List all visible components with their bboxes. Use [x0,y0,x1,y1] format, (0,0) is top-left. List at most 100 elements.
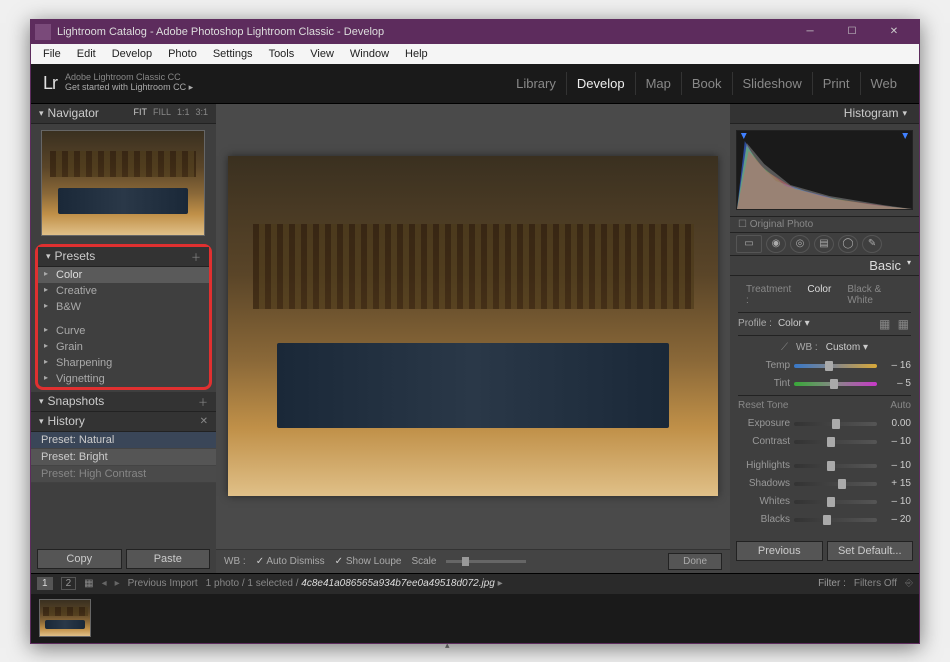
original-photo-toggle[interactable]: Original Photo [730,216,919,232]
copy-button[interactable]: Copy [37,549,122,569]
slider-knob[interactable] [830,379,838,389]
histogram-header[interactable]: Histogram ▾ [730,104,919,124]
wb-dropper-icon[interactable]: ⟋ [781,342,788,353]
slider-track[interactable] [794,364,877,368]
menu-photo[interactable]: Photo [160,46,205,62]
profile-dropdown[interactable]: Color ▾ [778,318,810,329]
grid-icon[interactable]: ▦ [84,578,93,589]
nav-fwd-icon[interactable]: ▸ [115,578,120,589]
slider-track[interactable] [794,500,877,504]
menu-file[interactable]: File [35,46,69,62]
module-library[interactable]: Library [506,72,566,95]
slider-track[interactable] [794,422,877,426]
history-item[interactable]: Preset: Bright [31,449,216,466]
navigator-thumbnail[interactable] [41,130,205,236]
module-map[interactable]: Map [635,72,681,95]
chevron-down-icon: ▾ [39,396,44,407]
navigator-header[interactable]: ▾ Navigator FIT FILL 1:1 3:1 [31,104,216,124]
menu-view[interactable]: View [302,46,342,62]
module-book[interactable]: Book [681,72,732,95]
menu-window[interactable]: Window [342,46,397,62]
redeye-tool-icon[interactable]: ◎ [790,235,810,253]
radial-tool-icon[interactable]: ◯ [838,235,858,253]
scale-slider[interactable] [446,560,526,563]
set-default-button[interactable]: Set Default... [827,541,913,561]
shadow-clip-icon[interactable] [741,133,747,139]
clear-history-button[interactable]: ✕ [200,416,208,427]
slider-knob[interactable] [827,437,835,447]
menu-develop[interactable]: Develop [104,46,160,62]
nav-mode-3to1[interactable]: 3:1 [196,107,209,117]
histogram-display[interactable] [736,130,913,210]
slider-track[interactable] [794,440,877,444]
slider-knob[interactable] [838,479,846,489]
nav-mode-fit[interactable]: FIT [133,107,147,117]
presets-header[interactable]: ▾ Presets ＋ [38,247,209,267]
filmstrip-thumbnail[interactable] [39,599,91,637]
grid-view-2[interactable]: 2 [61,577,77,590]
develop-toolbar: WB : Auto Dismiss Show Loupe Scale Done [216,549,730,573]
auto-tone-button[interactable]: Auto [890,400,911,411]
slider-knob[interactable] [823,515,831,525]
source-label[interactable]: Previous Import [128,578,198,589]
slider-knob[interactable] [832,419,840,429]
filmstrip-handle-icon[interactable]: ▴ [445,640,505,646]
crop-tool-icon[interactable]: ▭ [736,235,762,253]
slider-knob[interactable] [825,361,833,371]
module-slideshow[interactable]: Slideshow [732,72,812,95]
wb-dropdown[interactable]: Custom ▾ [826,342,868,353]
preset-group-color[interactable]: Color [38,267,209,283]
maximize-button[interactable]: ☐ [831,20,873,44]
slider-track[interactable] [794,464,877,468]
history-header[interactable]: ▾ History ✕ [31,412,216,432]
slider-knob[interactable] [827,497,835,507]
auto-dismiss-checkbox[interactable]: Auto Dismiss [256,556,325,567]
preset-group-creative[interactable]: Creative [38,283,209,299]
filmstrip-strip[interactable] [31,594,919,643]
history-item[interactable]: Preset: High Contrast [31,466,216,483]
logo-line2[interactable]: Get started with Lightroom CC ▸ [65,83,193,93]
nav-back-icon[interactable]: ◂ [102,578,107,589]
module-print[interactable]: Print [812,72,860,95]
close-button[interactable]: ✕ [873,20,915,44]
menu-settings[interactable]: Settings [205,46,261,62]
slider-track[interactable] [794,518,877,522]
preset-group-bw[interactable]: B&W [38,299,209,315]
menu-edit[interactable]: Edit [69,46,104,62]
slider-track[interactable] [794,482,877,486]
treatment-color[interactable]: Color [799,282,839,308]
snapshots-header[interactable]: ▾ Snapshots ＋ [31,392,216,412]
minimize-button[interactable]: ─ [789,20,831,44]
preset-group-curve[interactable]: Curve [38,323,209,339]
module-develop[interactable]: Develop [566,72,635,95]
gradient-tool-icon[interactable]: ▤ [814,235,834,253]
spot-tool-icon[interactable]: ◉ [766,235,786,253]
filter-dropdown[interactable]: Filters Off [854,578,897,589]
image-viewer[interactable] [216,104,730,549]
module-web[interactable]: Web [860,72,908,95]
add-preset-button[interactable]: ＋ [191,249,201,264]
brush-tool-icon[interactable]: ✎ [862,235,882,253]
highlight-clip-icon[interactable] [902,133,908,139]
treatment-bw[interactable]: Black & White [839,282,911,308]
preset-group-grain[interactable]: Grain [38,339,209,355]
preset-group-sharpening[interactable]: Sharpening [38,355,209,371]
history-item[interactable]: Preset: Natural [31,432,216,449]
slider-knob[interactable] [827,461,835,471]
slider-track[interactable] [794,382,877,386]
show-loupe-checkbox[interactable]: Show Loupe [335,556,402,567]
reset-tone-button[interactable]: Reset Tone [738,400,788,411]
previous-button[interactable]: Previous [736,541,822,561]
grid-view-1[interactable]: 1 [37,577,53,590]
profile-browser-icon[interactable]: ▦ ▦ [879,317,911,331]
done-button[interactable]: Done [668,553,722,570]
menu-help[interactable]: Help [397,46,436,62]
paste-button[interactable]: Paste [126,549,211,569]
nav-mode-1to1[interactable]: 1:1 [177,107,190,117]
filter-lock-icon[interactable]: ⎆ [905,578,913,589]
add-snapshot-button[interactable]: ＋ [198,394,208,409]
menu-tools[interactable]: Tools [261,46,303,62]
basic-header[interactable]: Basic ▾ [730,256,919,276]
nav-mode-fill[interactable]: FILL [153,107,171,117]
preset-group-vignetting[interactable]: Vignetting [38,371,209,387]
